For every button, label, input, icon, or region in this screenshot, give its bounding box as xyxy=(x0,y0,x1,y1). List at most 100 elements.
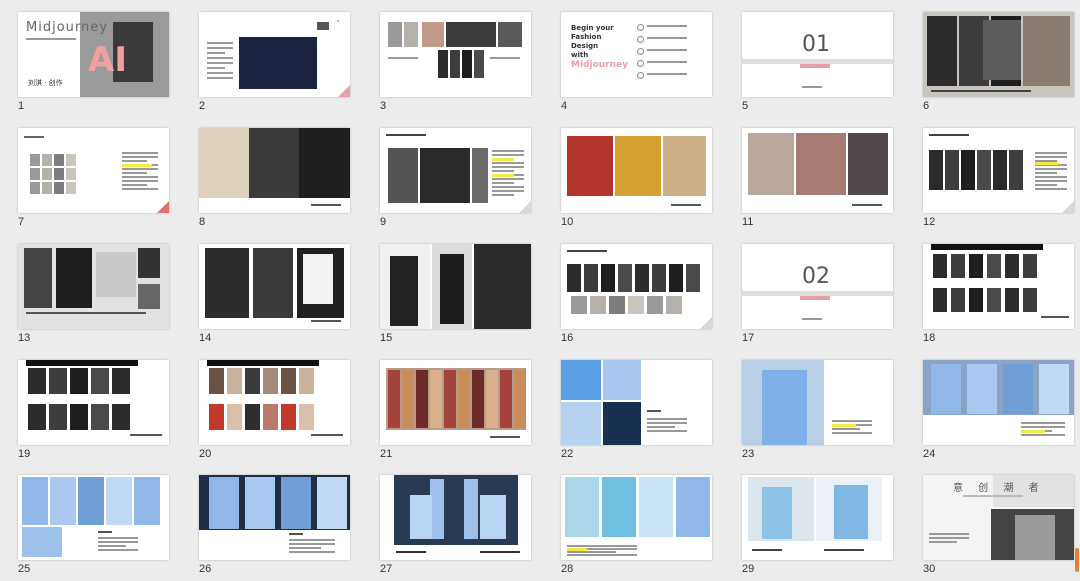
slide-thumbnail[interactable] xyxy=(18,360,169,445)
text-line xyxy=(1021,434,1065,436)
text-line xyxy=(647,37,687,39)
slide-thumbnail[interactable] xyxy=(18,128,169,213)
text-line xyxy=(490,57,520,59)
text-line xyxy=(98,537,138,539)
text-line xyxy=(963,495,1023,497)
image xyxy=(800,296,830,300)
slide-number: 18 xyxy=(923,332,936,344)
text-line xyxy=(1041,316,1069,318)
slide-thumbnail[interactable] xyxy=(923,244,1074,329)
text-line xyxy=(647,49,687,51)
slide-thumbnail[interactable] xyxy=(923,12,1074,97)
text-line xyxy=(98,545,126,547)
slide-thumbnail[interactable]: Begin your Fashion Design with Midjourney xyxy=(561,12,712,97)
image xyxy=(602,477,636,537)
image xyxy=(281,477,311,529)
text-line xyxy=(98,549,138,551)
text-line xyxy=(1035,168,1067,170)
slide-thumbnail[interactable] xyxy=(561,360,712,445)
slide-thumbnail[interactable]: 意 创 潮 者 xyxy=(923,475,1074,560)
slide-number: 8 xyxy=(199,216,206,228)
image xyxy=(263,404,278,430)
image xyxy=(422,22,444,47)
slide-thumbnail[interactable] xyxy=(380,360,531,445)
text-line xyxy=(396,551,426,553)
image xyxy=(652,264,666,292)
slide-thumbnail[interactable] xyxy=(18,244,169,329)
slide-thumbnail[interactable] xyxy=(923,360,1074,445)
slide-thumbnail[interactable] xyxy=(742,475,893,560)
image xyxy=(492,158,514,161)
slide-number: 25 xyxy=(18,563,31,575)
image xyxy=(263,368,278,394)
text-line xyxy=(492,182,515,184)
image xyxy=(1003,364,1033,414)
text-line xyxy=(647,25,687,27)
text-line xyxy=(207,72,233,74)
slide-number: 28 xyxy=(561,563,574,575)
slide-thumbnail[interactable]: 01 xyxy=(742,12,893,97)
image xyxy=(26,360,138,366)
text-line xyxy=(931,90,1031,92)
slide-thumbnail[interactable] xyxy=(199,12,350,97)
image xyxy=(967,364,997,414)
slide-number: 13 xyxy=(18,332,31,344)
image xyxy=(245,368,260,394)
image xyxy=(567,548,587,551)
image xyxy=(438,50,448,78)
image xyxy=(416,370,428,428)
slide-thumbnail[interactable] xyxy=(742,128,893,213)
slide-thumbnail[interactable] xyxy=(199,128,350,213)
text-line xyxy=(122,168,158,170)
slide-thumbnail[interactable] xyxy=(561,244,712,329)
image xyxy=(28,368,46,394)
image xyxy=(30,168,40,180)
section-number: 01 xyxy=(802,32,830,57)
text-line xyxy=(647,430,687,432)
image xyxy=(70,368,88,394)
slide-thumbnail[interactable] xyxy=(561,475,712,560)
slide-thumbnail[interactable] xyxy=(199,244,350,329)
text-line xyxy=(130,434,162,436)
slide-thumbnail[interactable] xyxy=(199,360,350,445)
text-line xyxy=(311,320,341,322)
text-line xyxy=(388,57,418,59)
text-line xyxy=(207,77,233,79)
text-line xyxy=(1035,180,1067,182)
image xyxy=(945,150,959,190)
slide-thumbnail[interactable] xyxy=(742,360,893,445)
text-line xyxy=(492,186,524,188)
image xyxy=(30,154,40,166)
slide-thumbnail[interactable]: Midjourney AI 刘淇 · 创作 xyxy=(18,12,169,97)
image xyxy=(22,527,62,557)
slide-thumbnail[interactable] xyxy=(199,475,350,560)
slide-thumbnail[interactable] xyxy=(380,128,531,213)
slide-thumbnail[interactable]: 02 xyxy=(742,244,893,329)
title-line: with xyxy=(571,51,589,59)
image xyxy=(832,424,856,427)
text-line xyxy=(802,318,822,320)
image xyxy=(253,248,293,318)
image xyxy=(78,477,104,525)
scrollbar[interactable] xyxy=(1075,548,1079,572)
image xyxy=(929,150,943,190)
slide-title: Midjourney xyxy=(26,20,108,35)
slide-thumbnail[interactable] xyxy=(380,475,531,560)
slide-thumbnail[interactable] xyxy=(561,128,712,213)
text-line xyxy=(311,204,341,206)
image xyxy=(686,264,700,292)
image xyxy=(91,368,109,394)
slide-number: 10 xyxy=(561,216,574,228)
slide-thumbnail[interactable] xyxy=(18,475,169,560)
image xyxy=(951,254,965,278)
slide-thumbnail[interactable] xyxy=(923,128,1074,213)
text-line xyxy=(207,57,233,59)
slide-thumbnail[interactable] xyxy=(380,244,531,329)
slide-thumbnail[interactable] xyxy=(380,12,531,97)
image xyxy=(498,22,522,47)
text-line xyxy=(207,47,233,49)
image xyxy=(388,370,400,428)
text-line xyxy=(929,541,957,543)
ai-mark: AI xyxy=(88,40,127,80)
slide-number: 2 xyxy=(199,100,206,112)
